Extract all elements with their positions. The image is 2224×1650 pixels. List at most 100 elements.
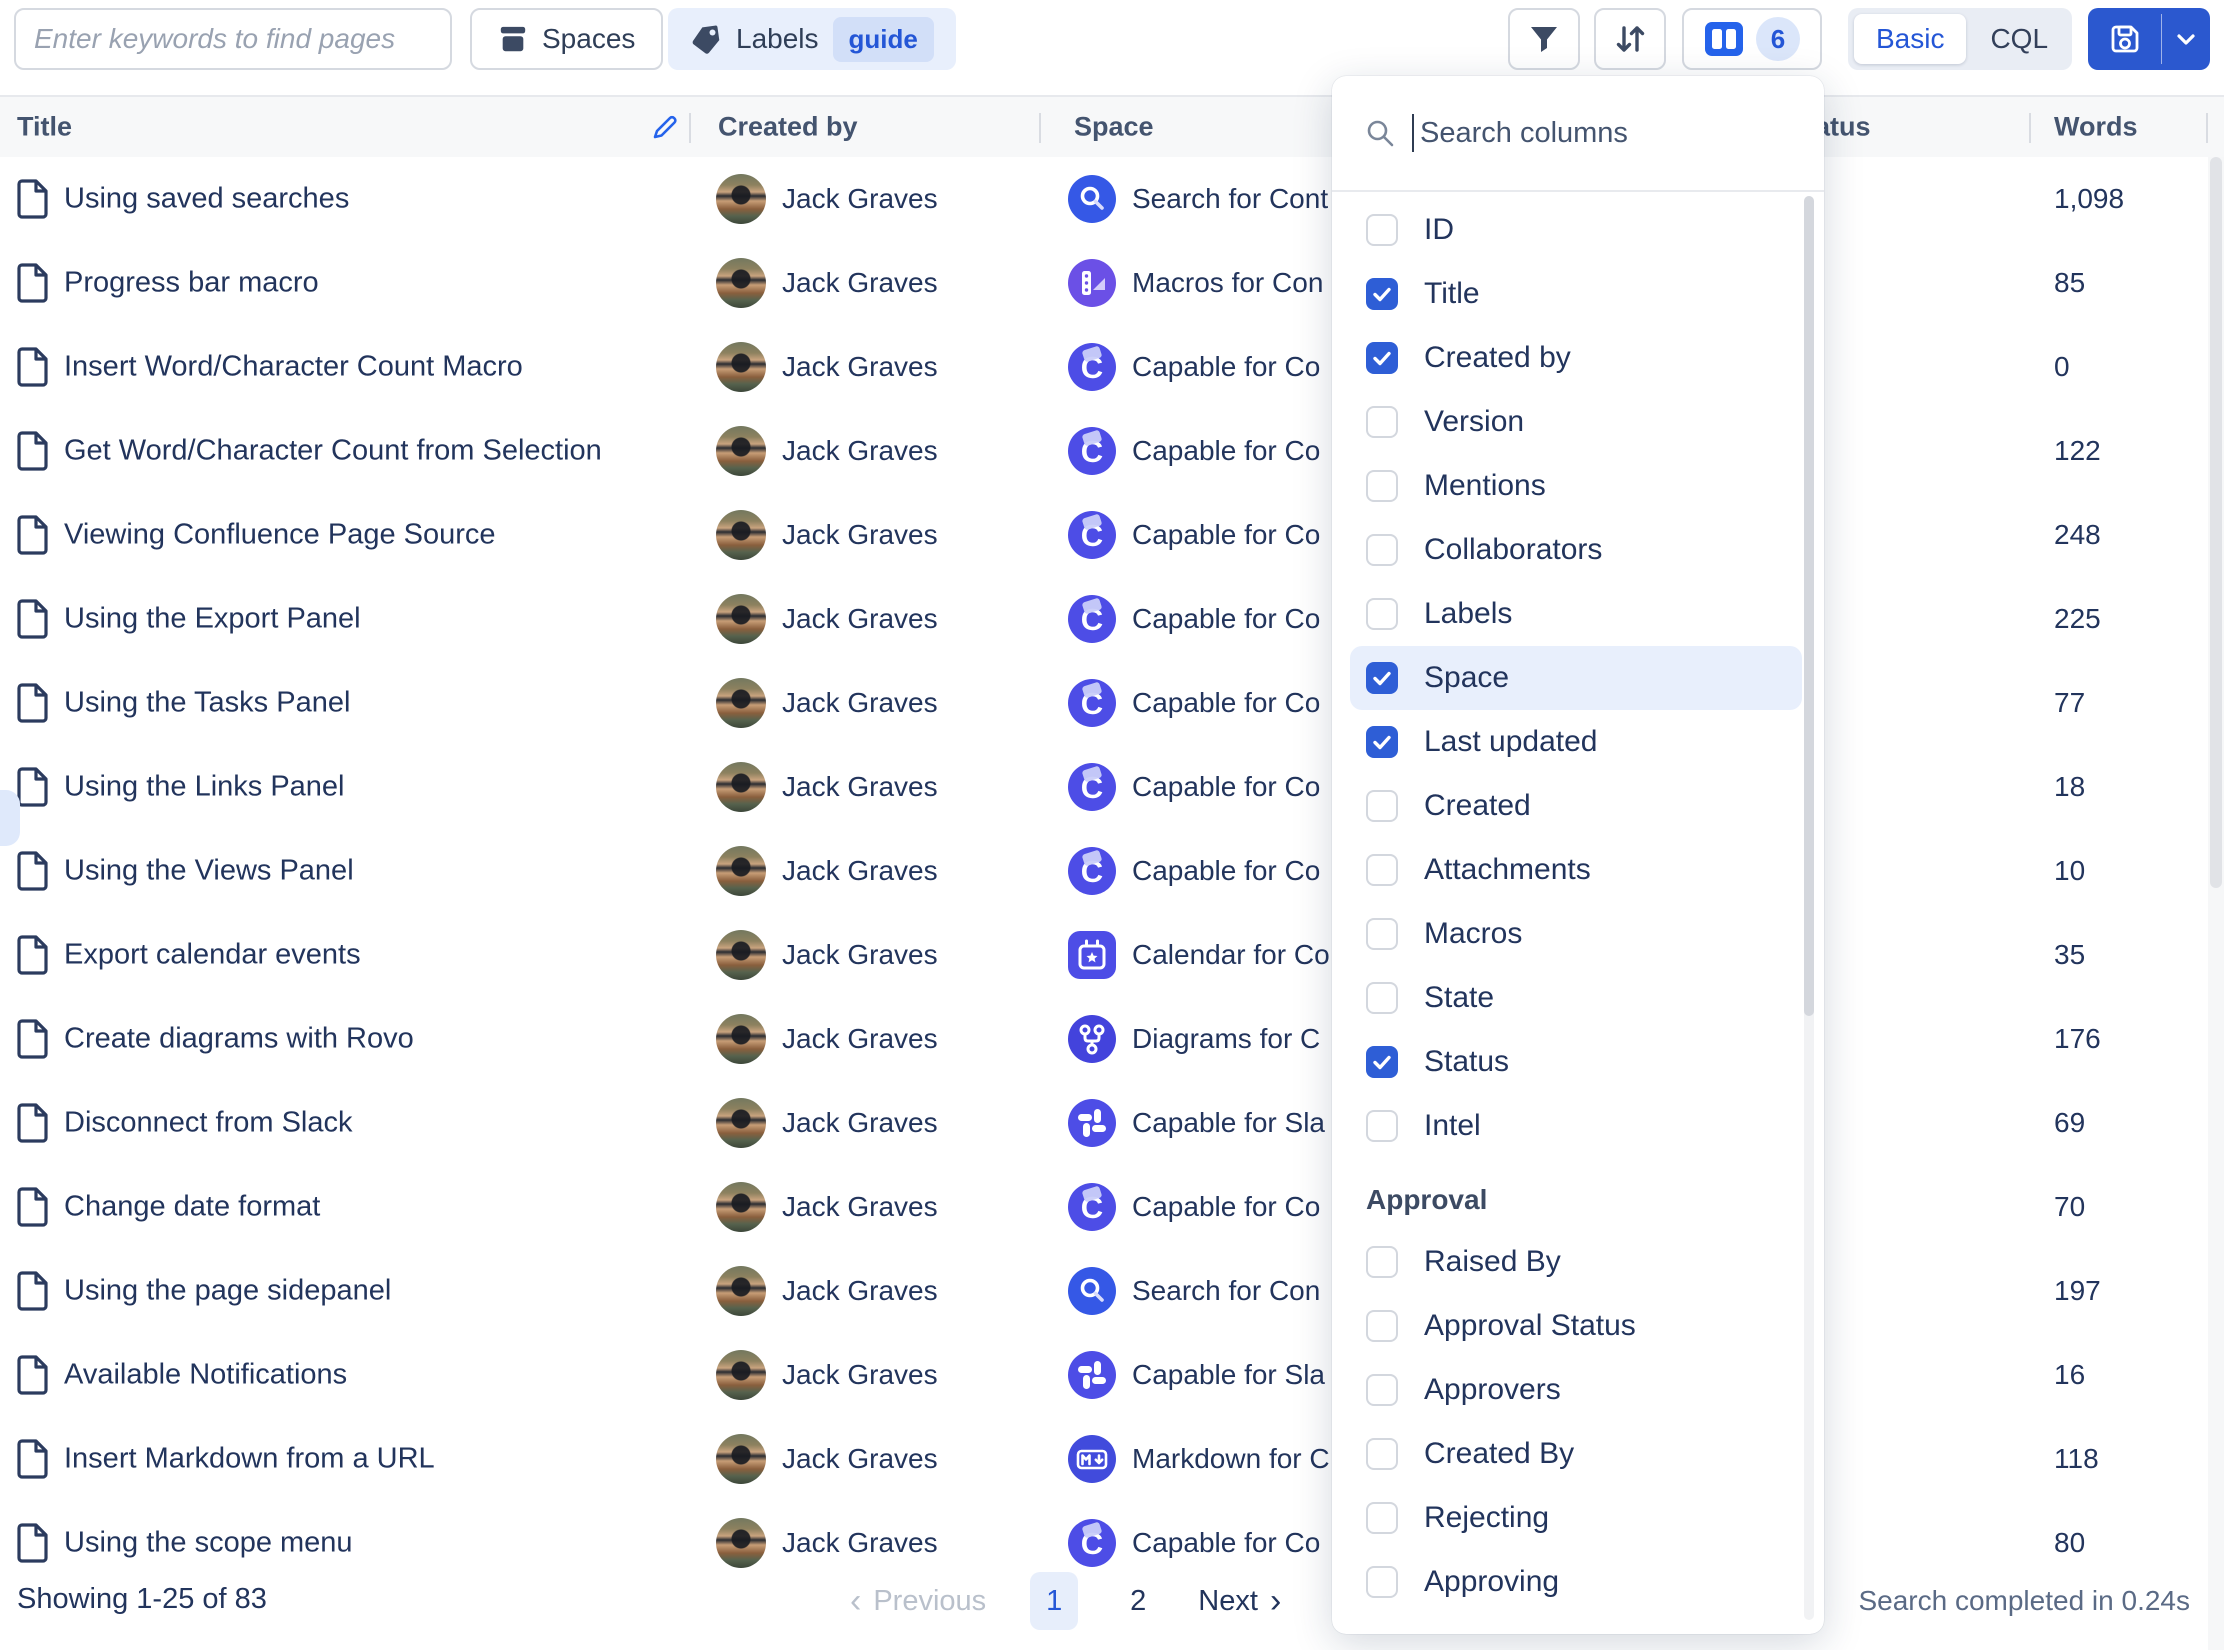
unchecked-checkbox[interactable] [1366,1438,1398,1470]
page-title-link[interactable]: Create diagrams with Rovo [64,1023,414,1056]
table-row[interactable]: Change date formatJack GravesCCapable fo… [0,1165,2224,1249]
space-name[interactable]: Capable for Co [1132,771,1320,803]
save-search-button[interactable] [2088,8,2210,70]
page-1-button[interactable]: 1 [1030,1572,1078,1630]
space-name[interactable]: Capable for Co [1132,1527,1320,1559]
space-name[interactable]: Capable for Co [1132,687,1320,719]
checked-checkbox[interactable] [1366,278,1398,310]
mode-cql-tab[interactable]: CQL [1966,23,2072,55]
column-option-attachments[interactable]: Attachments [1350,838,1802,902]
checked-checkbox[interactable] [1366,342,1398,374]
page-title-link[interactable]: Insert Markdown from a URL [64,1443,435,1476]
space-name[interactable]: Search for Con [1132,1275,1320,1307]
checked-checkbox[interactable] [1366,662,1398,694]
header-space[interactable]: Space [1074,112,1154,143]
unchecked-checkbox[interactable] [1366,1502,1398,1534]
page-title-link[interactable]: Using the Export Panel [64,603,361,636]
table-row[interactable]: Using the Links PanelJack GravesCCapable… [0,745,2224,829]
previous-page-button[interactable]: ‹ Previous [850,1584,986,1618]
page-title-link[interactable]: Using saved searches [64,183,349,216]
page-2-button[interactable]: 2 [1122,1585,1154,1618]
table-row[interactable]: Using saved searchesJack GravesSearch fo… [0,157,2224,241]
unchecked-checkbox[interactable] [1366,598,1398,630]
space-name[interactable]: Diagrams for C [1132,1023,1320,1055]
space-name[interactable]: Capable for Sla [1132,1107,1325,1139]
column-option-mentions[interactable]: Mentions [1350,454,1802,518]
column-option-status[interactable]: Status [1350,1030,1802,1094]
column-option-collaborators[interactable]: Collaborators [1350,518,1802,582]
space-name[interactable]: Capable for Sla [1132,1359,1325,1391]
table-row[interactable]: Insert Markdown from a URLJack GravesMar… [0,1417,2224,1501]
space-name[interactable]: Capable for Co [1132,1191,1320,1223]
spaces-button[interactable]: Spaces [470,8,663,70]
filter-button[interactable] [1508,8,1580,70]
table-row[interactable]: Export calendar eventsJack GravesCalenda… [0,913,2224,997]
checked-checkbox[interactable] [1366,726,1398,758]
page-title-link[interactable]: Using the Links Panel [64,771,345,804]
unchecked-checkbox[interactable] [1366,1566,1398,1598]
column-option-state[interactable]: State [1350,966,1802,1030]
page-title-link[interactable]: Viewing Confluence Page Source [64,519,496,552]
table-row[interactable]: Progress bar macroJack GravesMacros for … [0,241,2224,325]
columns-button[interactable]: 6 [1682,8,1822,70]
save-icon[interactable] [2088,22,2161,56]
page-title-link[interactable]: Get Word/Character Count from Selection [64,435,602,468]
table-row[interactable]: Viewing Confluence Page SourceJack Grave… [0,493,2224,577]
space-name[interactable]: Capable for Co [1132,855,1320,887]
header-created-by[interactable]: Created by [718,112,858,143]
page-title-link[interactable]: Using the Tasks Panel [64,687,350,720]
panel-scrollbar-thumb[interactable] [1804,196,1814,1016]
table-row[interactable]: Using the Views PanelJack GravesCCapable… [0,829,2224,913]
unchecked-checkbox[interactable] [1366,1374,1398,1406]
column-option-version[interactable]: Version [1350,390,1802,454]
column-option-created-by[interactable]: Created by [1350,326,1802,390]
column-option-approvers[interactable]: Approvers [1350,1358,1802,1422]
unchecked-checkbox[interactable] [1366,470,1398,502]
column-option-approval-status[interactable]: Approval Status [1350,1294,1802,1358]
page-title-link[interactable]: Insert Word/Character Count Macro [64,351,523,384]
column-option-id[interactable]: ID [1350,198,1802,262]
page-title-link[interactable]: Export calendar events [64,939,361,972]
column-option-raised-by[interactable]: Raised By [1350,1230,1802,1294]
table-row[interactable]: Disconnect from SlackJack GravesCapable … [0,1081,2224,1165]
page-scrollbar-thumb[interactable] [2210,157,2222,888]
unchecked-checkbox[interactable] [1366,1246,1398,1278]
unchecked-checkbox[interactable] [1366,534,1398,566]
column-option-rejecting[interactable]: Rejecting [1350,1486,1802,1550]
unchecked-checkbox[interactable] [1366,854,1398,886]
page-title-link[interactable]: Using the Views Panel [64,855,354,888]
save-dropdown-chevron-icon[interactable] [2162,26,2210,52]
table-row[interactable]: Create diagrams with RovoJack GravesDiag… [0,997,2224,1081]
page-title-link[interactable]: Available Notifications [64,1359,347,1392]
space-name[interactable]: Capable for Co [1132,519,1320,551]
unchecked-checkbox[interactable] [1366,918,1398,950]
columns-search-input[interactable] [1418,116,1792,151]
unchecked-checkbox[interactable] [1366,982,1398,1014]
space-name[interactable]: Macros for Con [1132,267,1323,299]
column-option-title[interactable]: Title [1350,262,1802,326]
table-row[interactable]: Using the scope menuJack GravesCCapable … [0,1501,2224,1578]
edit-column-pencil-icon[interactable] [650,112,680,142]
header-title[interactable]: Title [17,112,72,143]
space-name[interactable]: Search for Cont [1132,183,1328,215]
table-row[interactable]: Get Word/Character Count from SelectionJ… [0,409,2224,493]
sort-button[interactable] [1594,8,1666,70]
column-option-created[interactable]: Created [1350,774,1802,838]
page-title-link[interactable]: Progress bar macro [64,267,319,300]
page-title-link[interactable]: Using the scope menu [64,1527,353,1560]
column-option-last-updated[interactable]: Last updated [1350,710,1802,774]
column-option-space[interactable]: Space [1350,646,1802,710]
space-name[interactable]: Capable for Co [1132,435,1320,467]
table-row[interactable]: Using the page sidepanelJack GravesSearc… [0,1249,2224,1333]
left-edge-notch[interactable] [0,790,20,846]
mode-basic-tab[interactable]: Basic [1854,14,1966,64]
next-page-button[interactable]: Next › [1198,1584,1281,1618]
column-option-intel[interactable]: Intel [1350,1094,1802,1158]
column-option-labels[interactable]: Labels [1350,582,1802,646]
checked-checkbox[interactable] [1366,1046,1398,1078]
table-row[interactable]: Insert Word/Character Count MacroJack Gr… [0,325,2224,409]
unchecked-checkbox[interactable] [1366,406,1398,438]
space-name[interactable]: Capable for Co [1132,603,1320,635]
search-input[interactable] [14,8,452,70]
page-title-link[interactable]: Change date format [64,1191,320,1224]
